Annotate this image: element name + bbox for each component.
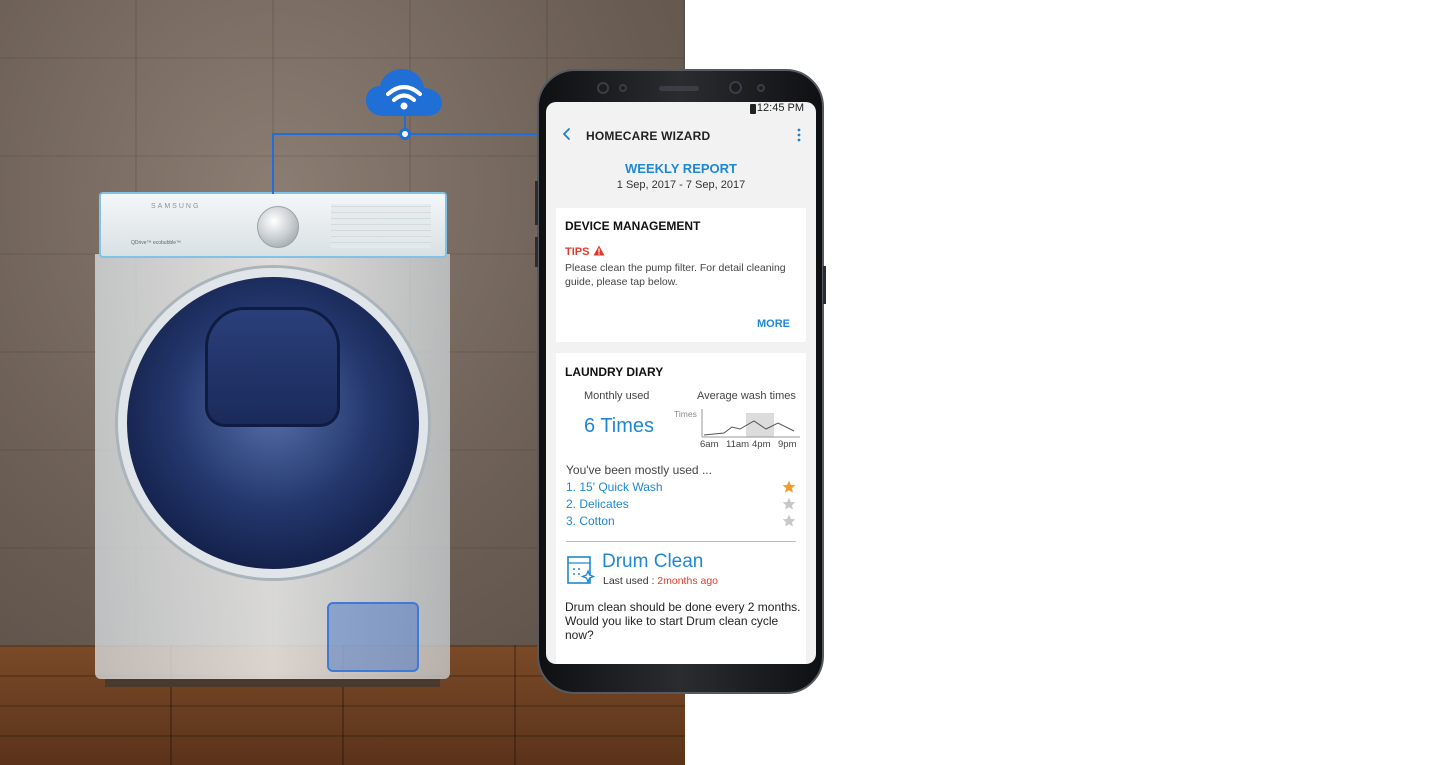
washer-brand-label: SAMSUNG <box>151 203 201 210</box>
chevron-left-icon[interactable] <box>560 126 574 142</box>
sparkline-tick: 6am <box>700 439 719 450</box>
connection-node <box>399 128 411 140</box>
smartphone: 12:45 PM HOMECARE WIZARD WEEKLY REPORT 1… <box>535 69 826 694</box>
monthly-used-value: 6 Times <box>584 415 655 437</box>
washer-door <box>118 268 428 578</box>
front-camera <box>729 81 742 94</box>
connection-line-right <box>406 133 540 135</box>
washer-base <box>105 679 440 687</box>
sparkline-tick: 4pm <box>752 439 771 450</box>
drum-clean-message: Drum clean should be done every 2 months… <box>565 600 801 642</box>
section-divider <box>566 541 796 542</box>
connection-line-left <box>272 133 406 135</box>
star-icon[interactable] <box>782 497 796 511</box>
device-management-title: DEVICE MANAGEMENT <box>565 219 701 233</box>
app-title: HOMECARE WIZARD <box>586 129 711 143</box>
app-bar: HOMECARE WIZARD <box>546 120 816 150</box>
mostly-used-label: You've been mostly used ... <box>566 463 712 477</box>
volume-button <box>535 181 538 225</box>
monthly-used-label: Monthly used <box>584 390 650 402</box>
more-vertical-icon[interactable] <box>794 127 804 143</box>
drum-clean-last-used: Last used : 2months ago <box>603 575 718 587</box>
washer-dial <box>257 206 299 248</box>
ranking-item-cotton[interactable]: 3. Cotton <box>566 514 615 528</box>
ranking-item-quick-wash[interactable]: 1. 15' Quick Wash <box>566 480 663 494</box>
bixby-button <box>535 237 538 267</box>
laundry-diary-title: LAUNDRY DIARY <box>565 365 664 379</box>
earpiece-speaker <box>659 86 699 91</box>
status-bar: 12:45 PM <box>546 102 816 116</box>
star-icon[interactable] <box>782 514 796 528</box>
phone-top-bezel <box>539 71 822 103</box>
device-management-card: DEVICE MANAGEMENT TIPS Please clean the … <box>556 208 806 342</box>
washer-sub-label: QDrive™ ecobubble™ <box>131 240 182 246</box>
sparkline-tick: 9pm <box>778 439 797 450</box>
battery-icon <box>750 104 756 114</box>
iris-camera <box>757 84 765 92</box>
connection-line-vertical <box>272 134 274 194</box>
star-icon[interactable] <box>782 480 796 494</box>
tips-label: TIPS <box>565 246 590 258</box>
washer-addwash-door <box>205 307 340 427</box>
weekly-report-range: 1 Sep, 2017 - 7 Sep, 2017 <box>616 179 746 191</box>
more-button[interactable]: MORE <box>757 318 790 330</box>
washer-display-panel <box>331 204 431 248</box>
last-used-value: 2months ago <box>657 575 719 587</box>
average-wash-label: Average wash times <box>697 390 796 402</box>
proximity-sensor <box>619 84 627 92</box>
drum-clean-icon <box>567 556 596 584</box>
phone-screen: 12:45 PM HOMECARE WIZARD WEEKLY REPORT 1… <box>546 102 816 664</box>
pump-filter-highlight <box>327 602 419 672</box>
washing-machine-illustration: SAMSUNG QDrive™ ecobubble™ <box>95 192 450 687</box>
warning-triangle-icon <box>593 245 605 256</box>
tips-text: Please clean the pump filter. For detail… <box>565 262 786 288</box>
washer-control-panel: SAMSUNG QDrive™ ecobubble™ <box>99 192 447 258</box>
last-used-label: Last used : <box>603 575 658 587</box>
weekly-report-title: WEEKLY REPORT <box>625 161 737 176</box>
drum-clean-title[interactable]: Drum Clean <box>602 551 703 573</box>
sparkline-tick: 11am <box>726 439 750 450</box>
ranking-item-delicates[interactable]: 2. Delicates <box>566 497 629 511</box>
laundry-diary-card: LAUNDRY DIARY Monthly used 6 Times Avera… <box>556 353 806 664</box>
status-time: 12:45 PM <box>756 102 804 114</box>
power-button <box>823 266 826 304</box>
iris-sensor <box>597 82 609 94</box>
wifi-cloud-icon <box>366 69 442 116</box>
